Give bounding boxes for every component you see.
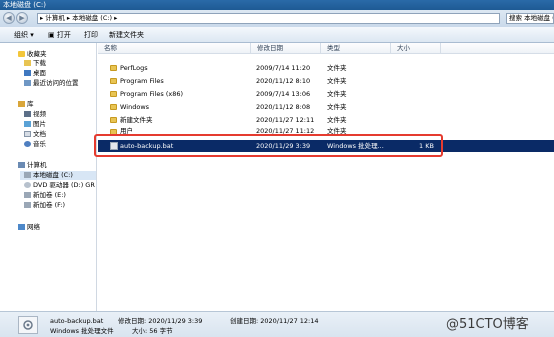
- address-bar[interactable]: ▸ 计算机 ▸ 本地磁盘 (C:) ▸: [37, 13, 500, 24]
- star-icon: [18, 51, 25, 57]
- nav-library[interactable]: 库: [18, 100, 34, 109]
- organize-button[interactable]: 组织 ▾: [14, 30, 34, 40]
- file-row[interactable]: Windows 2020/11/12 8:08 文件夹: [98, 101, 554, 113]
- folder-icon: [110, 65, 117, 71]
- nav-network[interactable]: 网络: [18, 223, 40, 232]
- back-button[interactable]: ◀: [3, 12, 15, 24]
- file-list: 名称 修改日期 类型 大小 PerfLogs 2009/7/14 11:20 文…: [98, 43, 554, 311]
- network-icon: [18, 224, 25, 230]
- nav-drive-f[interactable]: 新加卷 (F:): [24, 201, 65, 210]
- window-title: 本地磁盘 (C:): [3, 1, 46, 9]
- file-row[interactable]: 用户 2020/11/27 11:12 文件夹: [98, 126, 554, 134]
- video-icon: [24, 111, 31, 117]
- nav-documents[interactable]: 文档: [24, 130, 46, 139]
- status-size: 大小: 56 字节: [132, 327, 173, 335]
- status-type: Windows 批处理文件: [50, 327, 114, 335]
- nav-videos[interactable]: 视频: [24, 110, 46, 119]
- file-row[interactable]: Program Files (x86) 2009/7/14 13:06 文件夹: [98, 88, 554, 100]
- highlight-annotation: [94, 134, 443, 157]
- status-modified: 修改日期: 2020/11/29 3:39: [118, 317, 203, 325]
- nav-downloads[interactable]: 下载: [24, 59, 46, 68]
- address-row: ◀ ▶ ▸ 计算机 ▸ 本地磁盘 (C:) ▸ 搜索 本地磁盘 (C:): [0, 10, 554, 27]
- recent-places-icon: [24, 80, 31, 86]
- folder-icon: [110, 91, 117, 97]
- search-placeholder: 搜索 本地磁盘 (C:): [509, 14, 553, 22]
- status-created: 创建日期: 2020/11/27 12:14: [230, 317, 319, 325]
- file-row[interactable]: 新建文件夹 2020/11/27 12:11 文件夹: [98, 114, 554, 126]
- nav-drive-c[interactable]: 本地磁盘 (C:): [20, 171, 96, 180]
- picture-icon: [24, 121, 31, 127]
- column-date[interactable]: 修改日期: [251, 43, 321, 54]
- print-button[interactable]: 打印: [84, 30, 98, 40]
- column-type[interactable]: 类型: [321, 43, 391, 54]
- document-icon: [24, 131, 31, 137]
- nav-pictures[interactable]: 图片: [24, 120, 46, 129]
- window-titlebar: 本地磁盘 (C:): [0, 0, 554, 10]
- forward-button[interactable]: ▶: [16, 12, 28, 24]
- drive-icon: [24, 192, 31, 198]
- status-filename: auto-backup.bat: [50, 317, 104, 325]
- folder-icon: [110, 104, 117, 110]
- library-icon: [18, 101, 25, 107]
- batch-file-large-icon: [18, 316, 38, 334]
- open-icon: ▣: [48, 31, 55, 39]
- file-row[interactable]: PerfLogs 2009/7/14 11:20 文件夹: [98, 62, 554, 74]
- download-folder-icon: [24, 60, 31, 66]
- folder-icon: [110, 78, 117, 84]
- drive-icon: [24, 202, 31, 208]
- column-size[interactable]: 大小: [391, 43, 441, 54]
- command-bar: 组织 ▾ ▣ 打开 打印 新建文件夹: [0, 27, 554, 43]
- drive-icon: [24, 172, 31, 178]
- search-input[interactable]: 搜索 本地磁盘 (C:): [506, 13, 554, 24]
- nav-favorites[interactable]: 收藏夹: [18, 50, 47, 59]
- nav-computer[interactable]: 计算机: [18, 161, 47, 170]
- column-header: 名称 修改日期 类型 大小: [98, 43, 554, 54]
- desktop-icon: [24, 70, 31, 76]
- column-name[interactable]: 名称: [98, 43, 251, 54]
- nav-drive-d[interactable]: DVD 驱动器 (D:) GR: [24, 181, 95, 190]
- new-folder-button[interactable]: 新建文件夹: [109, 30, 144, 40]
- watermark: @51CTO博客: [446, 317, 529, 332]
- open-button[interactable]: ▣ 打开: [48, 30, 71, 40]
- open-label: 打开: [56, 31, 71, 39]
- music-icon: [24, 141, 31, 147]
- navigation-pane: 收藏夹 下载 桌面 最近访问的位置 库 视频 图片 文档 音乐 计算机 本地磁盘…: [0, 43, 97, 311]
- address-path: ▸ 计算机 ▸ 本地磁盘 (C:) ▸: [40, 14, 118, 22]
- nav-drive-e[interactable]: 新加卷 (E:): [24, 191, 66, 200]
- nav-music[interactable]: 音乐: [24, 140, 46, 149]
- folder-icon: [110, 117, 117, 123]
- computer-icon: [18, 162, 25, 168]
- nav-recent[interactable]: 最近访问的位置: [24, 79, 79, 88]
- file-row[interactable]: Program Files 2020/11/12 8:10 文件夹: [98, 75, 554, 87]
- nav-desktop[interactable]: 桌面: [24, 69, 46, 78]
- dvd-drive-icon: [24, 182, 31, 188]
